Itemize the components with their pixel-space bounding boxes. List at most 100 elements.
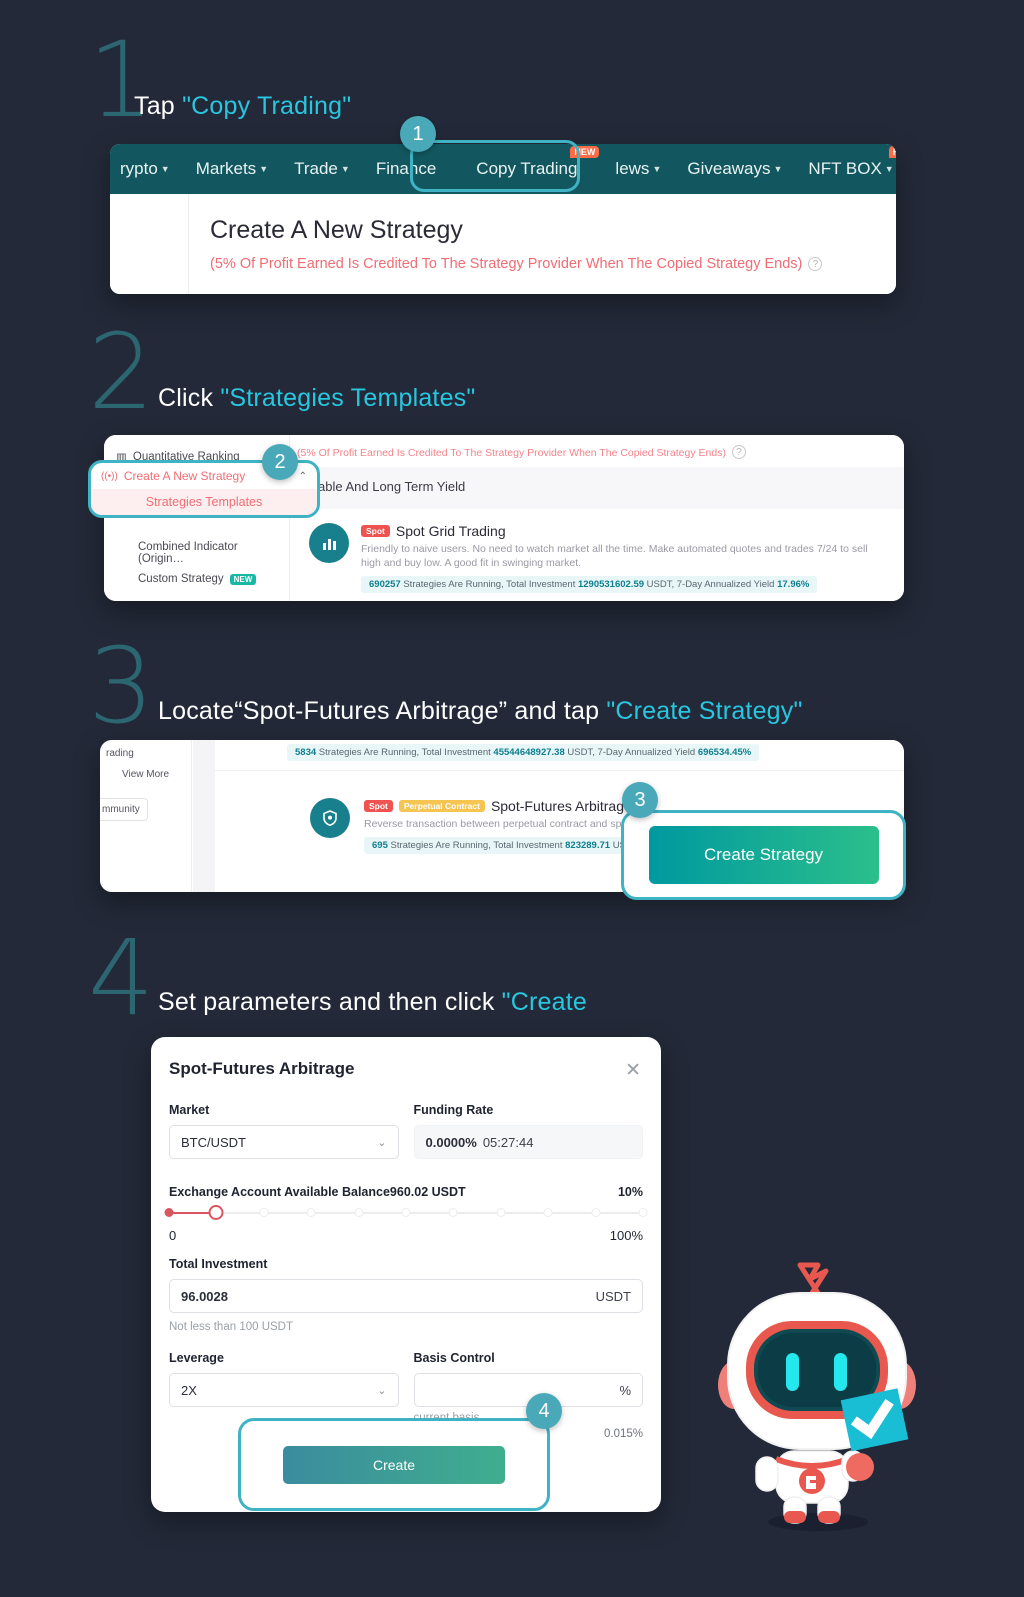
sidebar-item-community[interactable]: mmunity [100,798,148,821]
stat-yield: 696534.45% [697,747,752,758]
nav-item-giveaways[interactable]: Giveaways ▼ [687,159,782,179]
basis-unit: % [619,1382,631,1398]
scale-max: 100% [609,1228,643,1243]
funding-rate-label: Funding Rate [413,1103,494,1117]
sidebar-item-my-backtests[interactable]: ≔ My Backtests ⌃ [104,600,290,601]
help-icon[interactable]: ? [731,445,746,459]
balance-percent: 10% [617,1185,643,1199]
market-label: Market [169,1103,210,1117]
sidebar-item-view-more[interactable]: View More [100,759,192,780]
slider-dot[interactable] [496,1208,506,1217]
hot-badge: HOT [888,146,896,158]
slider-dot[interactable] [164,1208,174,1217]
stat-invest-label: Total Investment [506,579,576,591]
sidebar-item-custom-strategy[interactable]: Custom Strategy NEW [104,566,290,592]
step-4-highlight-box: Create [238,1418,550,1511]
nav-label: lews [615,159,650,178]
step-1-text-plain: Tap [134,92,183,120]
slider-dot[interactable] [591,1208,601,1217]
slider-knob[interactable] [208,1205,224,1220]
step-3-sidebar: rading View More mmunity [100,740,192,892]
funding-rate-countdown: 05:27:44 [482,1134,534,1150]
investment-percent-slider[interactable] [164,1205,648,1220]
page-title: Create A New Strategy [210,216,463,244]
dropdown-item-strategies-templates[interactable]: Strategies Templates [91,489,317,515]
market-field: Market BTC/USDT ⌄ [169,1103,399,1159]
balance-label: Exchange Account Available Balance960.02… [169,1185,466,1199]
step-1-screenshot-panel: rypto ▼ Markets ▼ Trade ▼ Finance Copy Trad… [110,144,896,294]
top-strategy-stats: 5834 Strategies Are Running, Total Inves… [287,744,760,761]
nav-item-finance[interactable]: Finance [376,159,436,179]
step-2-main-content: (5% Of Profit Earned Is Credited To The … [291,435,904,601]
perpetual-contract-pill: Perpetual Contract [398,800,485,812]
nav-label: Finance [375,159,437,178]
sidebar-item-combined-indicator[interactable]: Combined Indicator (Origin… [104,540,290,566]
balance-row: Exchange Account Available Balance960.02… [169,1185,643,1199]
slider-dot[interactable] [306,1208,316,1217]
create-strategy-button[interactable]: Create Strategy [648,826,879,884]
nav-item-copy-trading[interactable]: Copy Trading NEW [476,146,600,179]
dropdown-item-label: Strategies Templates [145,495,263,509]
help-icon[interactable]: ? [808,257,823,271]
basis-control-label: Basis Control [413,1351,495,1365]
sidebar-item-trading[interactable]: rading [100,740,192,759]
nav-item-trade[interactable]: Trade ▼ [294,159,350,179]
nav-item-crypto[interactable]: rypto ▼ [120,159,170,179]
stat-running-label: Strategies Are Running, [390,840,491,852]
funding-rate-value: 0.0000% [425,1134,477,1150]
nav-item-nft-box[interactable]: NFT BOX▼ HOT [808,146,896,179]
create-button-frame: Create [238,1418,550,1511]
chevron-down-icon: ⌄ [377,1136,387,1149]
chevron-down-icon: ▼ [160,164,170,174]
slider-dot[interactable] [259,1208,269,1217]
new-badge: NEW [570,146,600,158]
total-investment-input[interactable]: 96.0028 USDT [169,1279,643,1313]
step-4-text-quoted: "Create [501,988,587,1016]
step-3-text-quoted: "Create Strategy" [606,697,803,725]
close-icon[interactable]: ✕ [625,1059,641,1082]
spot-pill: Spot [361,525,390,537]
slider-dot[interactable] [354,1208,364,1217]
chevron-down-icon: ▼ [884,164,894,174]
market-select[interactable]: BTC/USDT ⌄ [169,1125,399,1159]
site-navbar: rypto ▼ Markets ▼ Trade ▼ Finance Copy Trad… [110,144,896,194]
step-2-text-plain: Click [158,384,221,412]
stat-count: 695 [372,840,388,852]
step-1-badge: 1 [400,116,436,152]
slider-scale: 0 100% [169,1228,643,1243]
step-3-text: Locate“Spot-Futures Arbitrage” and tap "… [158,697,803,726]
create-button[interactable]: Create [283,1445,505,1484]
stat-unit: USDT, [567,747,595,758]
stat-yield-label: 7-Day Annualized Yield [676,579,775,591]
slider-dot[interactable] [401,1208,411,1217]
nav-label: Markets [195,159,257,178]
divider [215,770,904,771]
slider-dot[interactable] [638,1208,648,1217]
step-4-badge: 4 [526,1393,562,1429]
slider-dot[interactable] [543,1208,553,1217]
leverage-select[interactable]: 2X ⌄ [169,1373,399,1407]
stat-invest: 823289.71 [565,840,611,852]
nav-item-news[interactable]: lews ▼ [615,159,661,179]
total-investment-value: 96.0028 [181,1288,228,1304]
total-investment-hint: Not less than 100 USDT [169,1321,294,1333]
scale-min: 0 [169,1228,177,1243]
tutorial-infographic: 1 Tap "Copy Trading" rypto ▼ Markets ▼ Tra… [0,0,1024,1597]
funding-rate-field: Funding Rate 0.0000% 05:27:44 [413,1103,643,1159]
strategy-description: Friendly to naive users. No need to watc… [361,543,868,570]
strategy-name: Spot Grid Trading [395,523,506,539]
page-subtitle: (5% Of Profit Earned Is Credited To The … [210,256,823,272]
sidebar-item-label: Custom Strategy [138,573,224,585]
strategy-card-spot-grid[interactable]: Spot Spot Grid Trading Friendly to naive… [309,523,889,594]
chevron-down-icon: ⌄ [377,1384,387,1397]
nav-item-markets[interactable]: Markets ▼ [196,159,268,179]
stat-yield-label: 7-Day Annualized Yield [597,747,696,758]
stat-unit: USDT, [646,579,675,591]
new-badge: NEW [229,573,257,585]
step-2-text: Click "Strategies Templates" [158,384,475,413]
stat-invest-label: Total Investment [421,747,491,758]
strategy-title-row: Spot Spot Grid Trading [361,523,889,539]
chevron-down-icon: ▼ [259,164,269,174]
market-funding-row: Market BTC/USDT ⌄ Funding Rate 0.0000% 0… [169,1103,643,1159]
slider-dot[interactable] [448,1208,458,1217]
